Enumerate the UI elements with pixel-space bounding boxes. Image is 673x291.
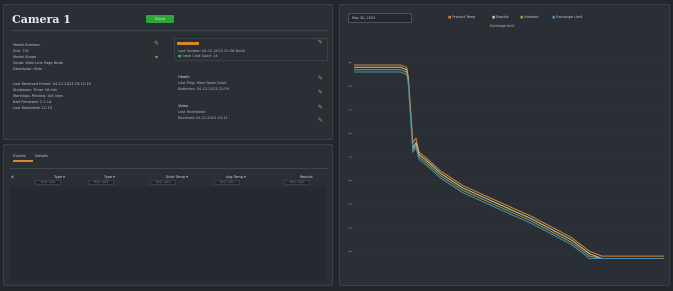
field-model-number: Model Number: <box>13 43 41 47</box>
column-header-start-temp[interactable]: Start Temp ▾ <box>166 175 188 179</box>
legend-product-temp[interactable]: ■ Product Temp <box>448 15 475 19</box>
section-video-line: Last Heartbeat: <box>178 110 206 114</box>
active-tab-indicator <box>13 160 33 162</box>
field-firmware: Bad Firmware: 2.1.14 <box>13 100 52 104</box>
field-shutdown: Shutdown: Timer 10 min <box>13 88 58 92</box>
column-header-label: Avg Temp <box>226 175 243 179</box>
field-descriptor: Descriptor: Side <box>13 67 42 71</box>
link-icon[interactable]: ⚭ <box>154 55 160 61</box>
legend-swatch: ■ <box>520 15 524 19</box>
edit-icon[interactable]: ✎ <box>318 40 324 46</box>
column-header-results[interactable]: Results <box>300 175 313 179</box>
column-header-label: Type <box>54 175 63 179</box>
series-line-1 <box>354 64 664 257</box>
series-line-3 <box>354 69 664 259</box>
column-header-type[interactable]: Type ▾ <box>54 175 65 179</box>
column-header-label: Type <box>104 175 113 179</box>
y-tick <box>349 227 352 229</box>
field-serial: Serial: Main Line Page Node <box>13 61 64 65</box>
filter-input[interactable]: filter data <box>214 180 240 185</box>
tab-details[interactable]: Details <box>35 153 48 158</box>
y-tick <box>349 109 352 111</box>
status-dot-icon: ● <box>178 54 182 58</box>
edit-icon[interactable]: ✎ <box>154 41 160 47</box>
filter-input[interactable]: filter data <box>284 180 310 185</box>
filter-input[interactable]: filter data <box>35 180 61 185</box>
events-table-body <box>10 187 326 281</box>
column-header-index: # <box>11 175 14 179</box>
section-video-head: Video <box>178 104 189 108</box>
last-update-line: Last Update: 04-12-2023 22:58 Node <box>178 49 245 53</box>
date-picker[interactable]: May 30, 2023 <box>348 13 412 23</box>
column-header-type[interactable]: Type ▾ <box>104 175 115 179</box>
legend-label: Exchange Limit <box>556 15 583 19</box>
legend-results[interactable]: ■ Results <box>492 15 509 19</box>
y-tick <box>349 250 352 252</box>
y-tick <box>349 132 352 134</box>
edit-icon[interactable]: ✎ <box>318 90 324 96</box>
y-tick <box>349 62 352 64</box>
legend-swatch: ■ <box>552 15 556 19</box>
section-health-line: Last Ping: Main Node Good <box>178 81 227 85</box>
y-tick <box>349 203 352 205</box>
edit-icon[interactable]: ✎ <box>318 118 324 124</box>
field-sub: Sub: 741 <box>13 49 30 53</box>
series-line-4 <box>354 71 664 259</box>
y-tick <box>349 180 352 182</box>
legend-swatch: ■ <box>492 15 496 19</box>
tab-events[interactable]: Events <box>13 153 26 158</box>
section-health-line: Batteries: 04-12-2023 22:59 <box>178 87 229 91</box>
header-divider <box>10 30 328 31</box>
legend-swatch: ■ <box>448 15 452 19</box>
filter-input[interactable]: filter data <box>150 180 176 185</box>
legend-label: Product Temp <box>452 15 476 19</box>
column-header-label: Start Temp <box>166 175 185 179</box>
y-tick <box>349 85 352 87</box>
tabs-divider <box>10 168 328 169</box>
field-last-restarted: Last Restarted: 12-13 <box>13 106 52 110</box>
legend-label: Results <box>496 15 509 19</box>
section-video-line: Received 04-12-2023 23:11 <box>178 116 228 120</box>
status-line-text: Ideal Cold Good: 14 <box>182 54 218 58</box>
field-last-frame: Last Received Frame: 04-12-2023 23:11:19 <box>13 82 91 86</box>
legend-ambient[interactable]: ■ Ambient <box>520 15 539 19</box>
camera-info-panel: Camera 1 Online Model Number: Sub: 741 M… <box>3 4 333 140</box>
legend-label: Ambient <box>524 15 539 19</box>
status-line: ● Ideal Cold Good: 14 <box>178 54 218 58</box>
temperature-chart[interactable] <box>346 35 668 283</box>
edit-icon[interactable]: ✎ <box>318 105 324 111</box>
y-tick <box>349 156 352 158</box>
section-health-head: Health <box>178 75 190 79</box>
status-badge: Online <box>146 15 174 23</box>
progress-indicator <box>177 42 199 45</box>
events-panel: Events Details # Type ▾ Type ▾ Start Tem… <box>3 144 333 286</box>
column-header-avg-temp[interactable]: Avg Temp ▾ <box>226 175 246 179</box>
series-line-2 <box>354 66 664 259</box>
field-model-shape: Model Shape <box>13 55 37 59</box>
chart-panel: May 30, 2023 ■ Product Temp ■ Results ■ … <box>339 4 670 286</box>
field-markings: Markings: Printing: 4/4 lines <box>13 94 64 98</box>
camera-title: Camera 1 <box>12 13 71 26</box>
legend-subtitle: Exchange Limit <box>490 24 515 28</box>
filter-input[interactable]: filter data <box>88 180 114 185</box>
legend-exchange-limit[interactable]: ■ Exchange Limit <box>552 15 582 19</box>
edit-icon[interactable]: ✎ <box>318 76 324 82</box>
